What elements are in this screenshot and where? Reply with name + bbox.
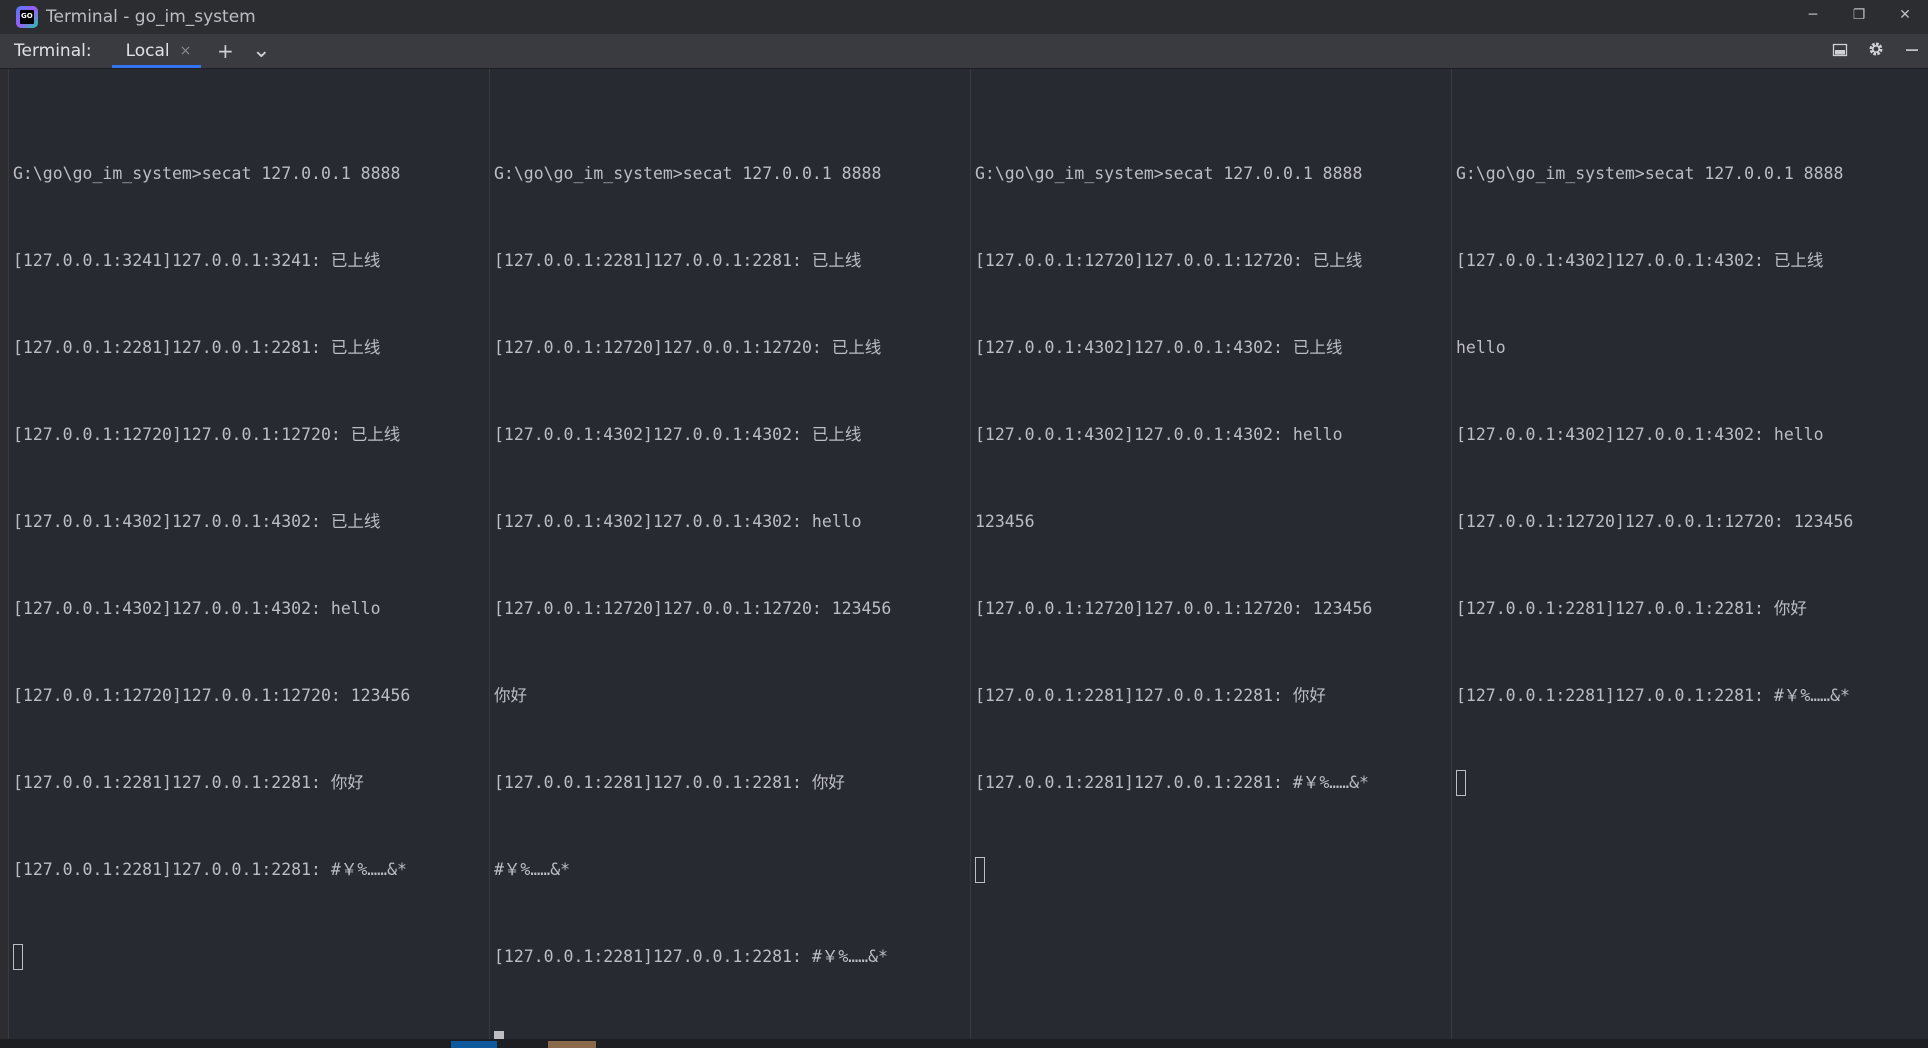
terminal-pane-3[interactable]: G:\go\go_im_system>secat 127.0.0.1 8888 …: [971, 69, 1452, 1039]
taskbar-item[interactable]: [451, 1041, 497, 1048]
terminal-line: [127.0.0.1:2281]127.0.0.1:2281: #￥%……&*: [13, 860, 407, 879]
terminal-line: [127.0.0.1:2281]127.0.0.1:2281: #￥%……&*: [1456, 686, 1850, 705]
terminal-line: [127.0.0.1:2281]127.0.0.1:2281: 已上线: [494, 251, 862, 270]
goland-app-icon: GO: [16, 6, 38, 28]
terminal-line: 123456: [975, 512, 1035, 531]
terminal-cursor: [1456, 770, 1466, 796]
terminal-line: [127.0.0.1:2281]127.0.0.1:2281: 你好: [1456, 599, 1807, 618]
minimize-icon[interactable]: [1900, 39, 1924, 63]
terminal-line: [127.0.0.1:3241]127.0.0.1:3241: 已上线: [13, 251, 381, 270]
terminal-line: [127.0.0.1:4302]127.0.0.1:4302: hello: [494, 512, 862, 531]
terminal-panes: G:\go\go_im_system>secat 127.0.0.1 8888 …: [9, 69, 1928, 1039]
terminal-line: [127.0.0.1:12720]127.0.0.1:12720: 123456: [1456, 512, 1854, 531]
terminal-line: [127.0.0.1:12720]127.0.0.1:12720: 已上线: [975, 251, 1363, 270]
close-tab-icon[interactable]: ×: [180, 43, 192, 59]
gear-icon[interactable]: [1864, 39, 1888, 63]
window-controls: ─ ❐ ✕: [1790, 0, 1928, 34]
terminal-line: [127.0.0.1:4302]127.0.0.1:4302: 已上线: [1456, 251, 1824, 270]
terminal-line: [127.0.0.1:12720]127.0.0.1:12720: 123456: [13, 686, 411, 705]
terminal-line: [127.0.0.1:2281]127.0.0.1:2281: 你好: [13, 773, 364, 792]
terminal-pane-4[interactable]: G:\go\go_im_system>secat 127.0.0.1 8888 …: [1452, 69, 1928, 1039]
chevron-down-icon[interactable]: ⌄: [249, 40, 273, 62]
terminal-toolbar: Terminal: Local × + ⌄: [0, 34, 1928, 69]
left-gutter: [0, 69, 9, 1039]
terminal-line: [127.0.0.1:2281]127.0.0.1:2281: #￥%……&*: [494, 947, 888, 966]
window-title: Terminal - go_im_system: [46, 7, 256, 27]
restore-window-button[interactable]: ❐: [1836, 0, 1882, 30]
add-tab-icon[interactable]: +: [213, 39, 237, 63]
minimize-window-button[interactable]: ─: [1790, 0, 1836, 30]
terminal-line: [127.0.0.1:4302]127.0.0.1:4302: hello: [13, 599, 381, 618]
terminal-line: [127.0.0.1:2281]127.0.0.1:2281: 你好: [494, 773, 845, 792]
terminal-line: [127.0.0.1:12720]127.0.0.1:12720: 已上线: [494, 338, 882, 357]
terminal-pane-2[interactable]: G:\go\go_im_system>secat 127.0.0.1 8888 …: [490, 69, 971, 1039]
terminal-cursor: [975, 857, 985, 883]
terminal-line: [127.0.0.1:4302]127.0.0.1:4302: hello: [975, 425, 1343, 444]
terminal-line: [127.0.0.1:2281]127.0.0.1:2281: 已上线: [13, 338, 381, 357]
terminal-line: [127.0.0.1:4302]127.0.0.1:4302: 已上线: [13, 512, 381, 531]
terminal-line: [127.0.0.1:4302]127.0.0.1:4302: hello: [1456, 425, 1824, 444]
terminal-line: [127.0.0.1:12720]127.0.0.1:12720: 123456: [494, 599, 892, 618]
terminal-line: [127.0.0.1:4302]127.0.0.1:4302: 已上线: [975, 338, 1343, 357]
terminal-line: 你好: [494, 686, 527, 705]
title-bar: GO Terminal - go_im_system ─ ❐ ✕: [0, 0, 1928, 34]
layout-icon[interactable]: [1828, 39, 1852, 63]
close-window-button[interactable]: ✕: [1882, 0, 1928, 30]
toolbar-right-actions: [1820, 34, 1928, 68]
terminal-cursor: [13, 944, 23, 970]
terminal-line: [127.0.0.1:12720]127.0.0.1:12720: 123456: [975, 599, 1373, 618]
terminal-line: #￥%……&*: [494, 860, 571, 879]
terminal-cursor: [494, 1031, 504, 1039]
taskbar-item[interactable]: [548, 1041, 596, 1048]
terminal-pane-1[interactable]: G:\go\go_im_system>secat 127.0.0.1 8888 …: [9, 69, 490, 1039]
terminal-line: G:\go\go_im_system>secat 127.0.0.1 8888: [494, 164, 882, 183]
terminal-line: hello: [1456, 338, 1506, 357]
terminal-line: G:\go\go_im_system>secat 127.0.0.1 8888: [975, 164, 1363, 183]
terminal-line: [127.0.0.1:12720]127.0.0.1:12720: 已上线: [13, 425, 401, 444]
tab-local-label: Local: [125, 41, 170, 61]
terminal-line: [127.0.0.1:4302]127.0.0.1:4302: 已上线: [494, 425, 862, 444]
terminal-line: [127.0.0.1:2281]127.0.0.1:2281: #￥%……&*: [975, 773, 1369, 792]
terminal-line: G:\go\go_im_system>secat 127.0.0.1 8888: [13, 164, 401, 183]
terminal-line: G:\go\go_im_system>secat 127.0.0.1 8888: [1456, 164, 1844, 183]
tab-local[interactable]: Local ×: [111, 34, 202, 68]
status-bar: [0, 1039, 1928, 1048]
terminal-label: Terminal:: [14, 41, 92, 61]
terminal-line: [127.0.0.1:2281]127.0.0.1:2281: 你好: [975, 686, 1326, 705]
